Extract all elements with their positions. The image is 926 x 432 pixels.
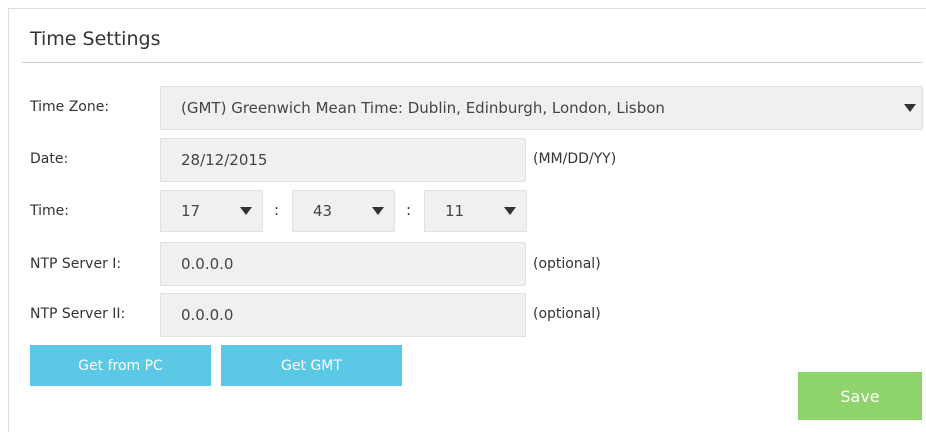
ntp-server-2-label: NTP Server II: [30,306,126,322]
date-value: 28/12/2015 [181,151,268,169]
title-divider [22,62,922,63]
ntp-server-2-input[interactable]: 0.0.0.0 [160,293,526,337]
time-separator: : [274,201,280,219]
chevron-down-icon [904,104,916,112]
time-zone-label: Time Zone: [30,99,110,115]
second-value: 11 [445,202,465,220]
hour-select[interactable]: 17 [160,190,263,232]
second-select[interactable]: 11 [424,190,527,232]
chevron-down-icon [504,207,516,215]
time-zone-value: (GMT) Greenwich Mean Time: Dublin, Edinb… [181,99,665,117]
ntp-server-1-label: NTP Server I: [30,256,122,272]
section-title: Time Settings [30,28,161,50]
ntp-server-1-hint: (optional) [533,256,601,272]
date-label: Date: [30,151,69,167]
time-zone-select[interactable]: (GMT) Greenwich Mean Time: Dublin, Edinb… [160,86,923,130]
ntp-server-1-input[interactable]: 0.0.0.0 [160,242,526,286]
get-gmt-button[interactable]: Get GMT [221,345,402,386]
date-input[interactable]: 28/12/2015 [160,138,526,182]
save-button[interactable]: Save [798,372,922,420]
time-separator: : [406,201,412,219]
chevron-down-icon [240,207,252,215]
time-label: Time: [30,203,69,219]
minute-select[interactable]: 43 [292,190,395,232]
minute-value: 43 [313,202,333,220]
ntp-server-1-value: 0.0.0.0 [181,255,234,273]
ntp-server-2-hint: (optional) [533,306,601,322]
chevron-down-icon [372,207,384,215]
get-from-pc-button[interactable]: Get from PC [30,345,211,386]
ntp-server-2-value: 0.0.0.0 [181,306,234,324]
date-format-hint: (MM/DD/YY) [533,151,617,167]
hour-value: 17 [181,202,201,220]
